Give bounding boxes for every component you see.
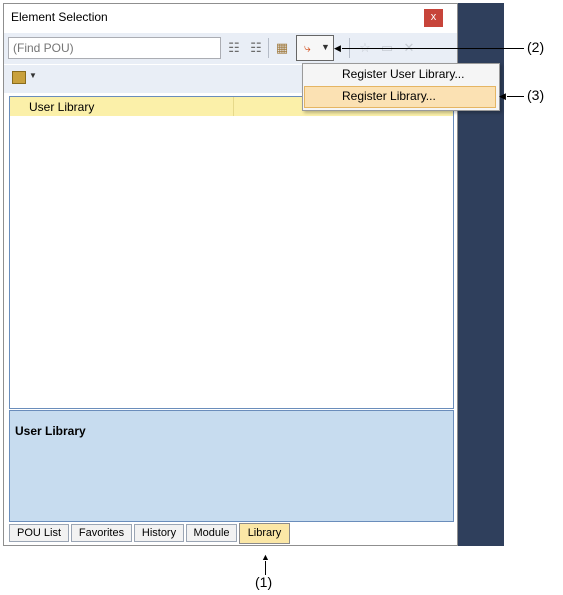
library-list (9, 96, 454, 409)
column-divider (233, 97, 234, 116)
description-title: User Library (15, 424, 86, 438)
menu-item-register-user-library[interactable]: Register User Library... (342, 67, 464, 81)
chevron-down-icon[interactable]: ▼ (29, 71, 37, 80)
close-button[interactable]: x (424, 9, 443, 27)
register-library-button[interactable]: ⤷ ▼ (296, 35, 334, 61)
find-previous-icon[interactable]: ☷ (245, 37, 267, 59)
callout-line (265, 561, 266, 575)
tab-library[interactable]: Library (239, 523, 290, 544)
window-title: Element Selection (11, 10, 108, 24)
arrow-left-icon: ◀ (499, 91, 506, 101)
toolbar-separator (268, 38, 269, 58)
search-input[interactable] (8, 37, 221, 59)
view-mode-icon[interactable] (12, 71, 26, 84)
callout-label-2: (2) (527, 39, 545, 55)
chevron-down-icon: ▼ (321, 42, 330, 52)
tab-pou-list[interactable]: POU List (9, 524, 69, 542)
callout-line (507, 96, 524, 97)
library-icon[interactable]: ▦ (272, 37, 292, 59)
callout-line (342, 48, 524, 49)
callout-label-3: (3) (527, 87, 545, 103)
callout-label-1: (1) (255, 574, 273, 590)
tab-module[interactable]: Module (186, 524, 237, 542)
tab-favorites[interactable]: Favorites (71, 524, 132, 542)
list-item-label: User Library (29, 100, 95, 114)
menu-item-register-library[interactable]: Register Library... (342, 89, 436, 103)
tab-history[interactable]: History (134, 524, 184, 542)
register-library-icon: ⤷ (304, 41, 311, 55)
arrow-left-icon: ◀ (334, 43, 341, 53)
find-next-icon[interactable]: ☷ (223, 37, 245, 59)
